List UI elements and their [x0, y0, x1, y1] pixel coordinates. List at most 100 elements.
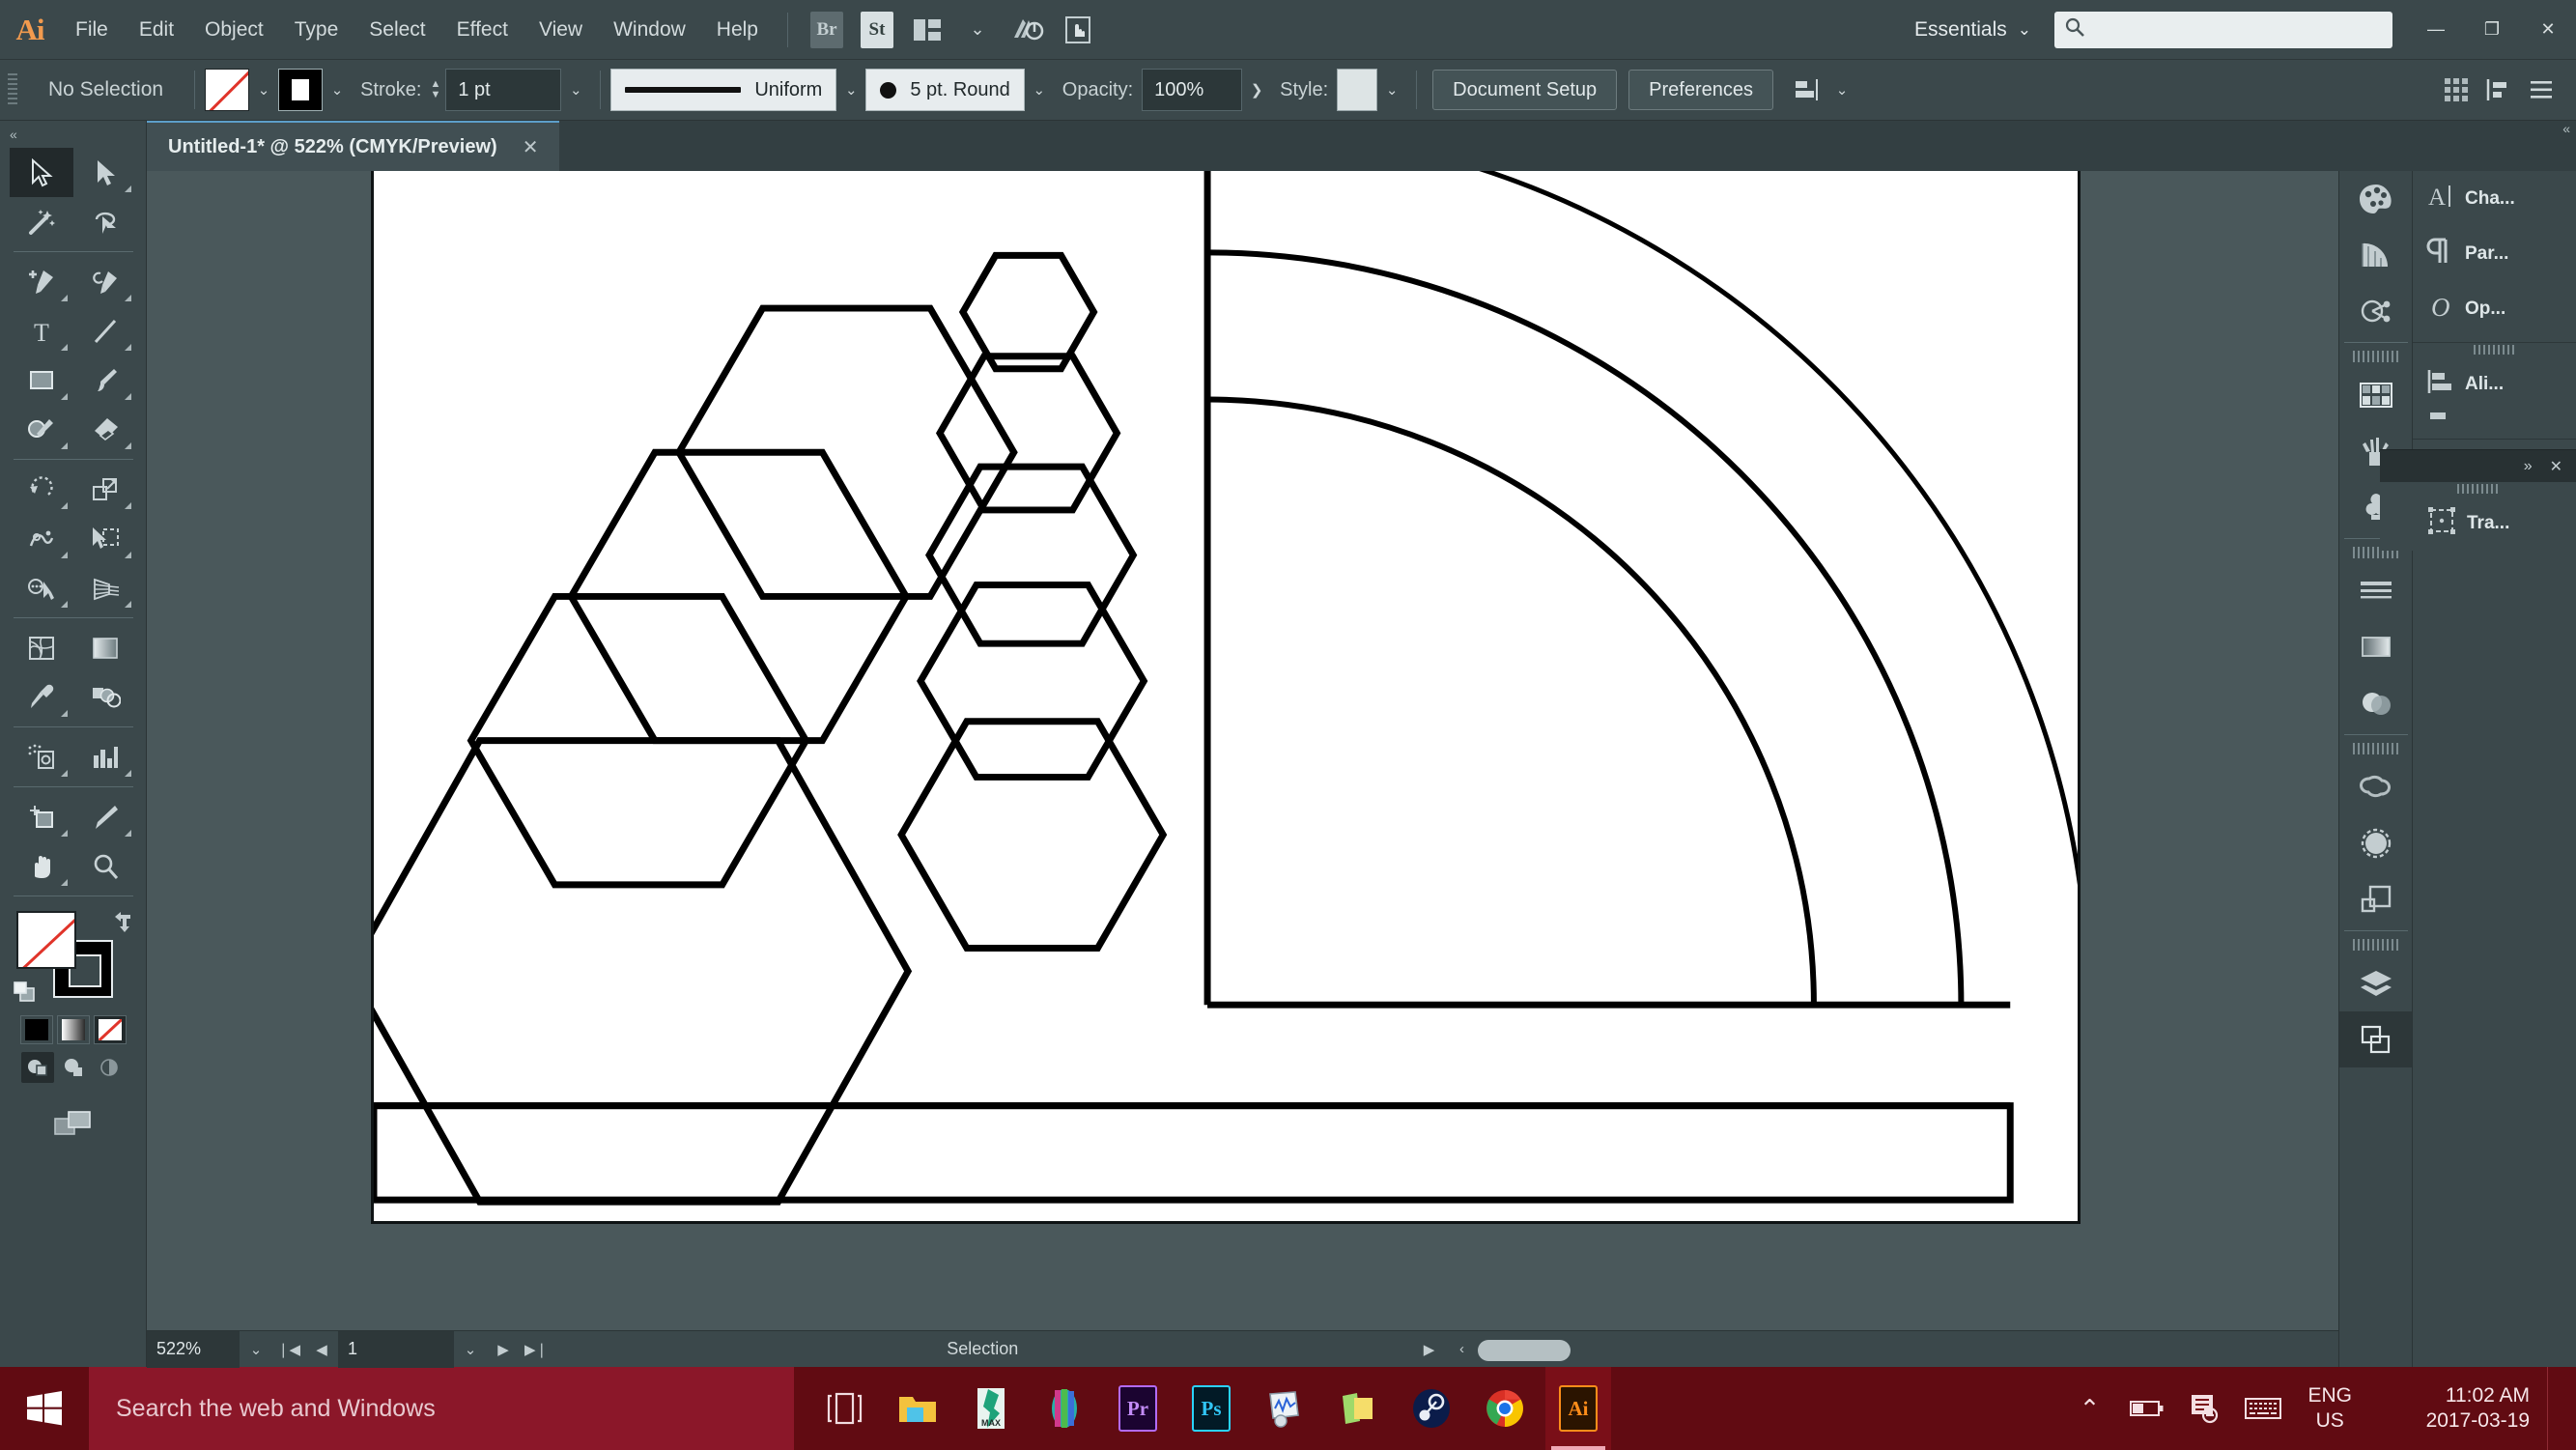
paragraph-panel-row[interactable]: Par...	[2413, 226, 2576, 281]
draw-inside-button[interactable]	[93, 1052, 126, 1083]
close-tab-icon[interactable]: ✕	[523, 135, 539, 159]
type-tool[interactable]: T	[10, 306, 73, 355]
eyedropper-tool[interactable]	[10, 672, 73, 722]
menu-select[interactable]: Select	[354, 0, 440, 60]
touch-cursor-icon[interactable]	[1058, 13, 1098, 47]
draw-behind-button[interactable]	[57, 1052, 90, 1083]
action-center-icon[interactable]	[2178, 1367, 2232, 1450]
arrange-documents-icon[interactable]	[907, 13, 948, 47]
clock[interactable]: 11:02 AM 2017-03-19	[2369, 1367, 2543, 1450]
file-explorer-icon[interactable]	[885, 1367, 950, 1450]
selection-tool[interactable]	[9, 148, 73, 197]
task-view-icon[interactable]	[811, 1367, 877, 1450]
document-setup-button[interactable]: Document Setup	[1432, 70, 1618, 110]
pen-tool[interactable]	[10, 257, 73, 306]
menu-file[interactable]: File	[60, 0, 124, 60]
perspective-grid-tool[interactable]	[73, 563, 137, 612]
stroke-profile-chevron-icon[interactable]: ⌄	[836, 69, 865, 111]
color-themes-panel-icon[interactable]	[2339, 283, 2413, 339]
brush-definition-select[interactable]: 5 pt. Round	[865, 69, 1025, 111]
stroke-swatch[interactable]	[278, 69, 324, 111]
swatches-panel-icon[interactable]	[2339, 367, 2413, 423]
menu-view[interactable]: View	[524, 0, 598, 60]
magic-wand-tool[interactable]	[10, 197, 73, 246]
fill-color-swatch[interactable]	[15, 911, 76, 969]
shape-builder-tool[interactable]	[10, 563, 73, 612]
show-hidden-icons-icon[interactable]: ⌃	[2062, 1367, 2116, 1450]
distribute-icon[interactable]	[2477, 69, 2520, 111]
status-menu-arrow-icon[interactable]: ▶	[1413, 1331, 1446, 1368]
horizontal-scroll-thumb[interactable]	[1478, 1340, 1571, 1361]
none-swatch-button[interactable]	[93, 1015, 127, 1044]
brush-chevron-icon[interactable]: ⌄	[1025, 69, 1054, 111]
symbol-sprayer-tool[interactable]	[10, 732, 73, 782]
grid-icon[interactable]	[2435, 69, 2477, 111]
behance-icon[interactable]	[1007, 13, 1048, 47]
creative-cloud-libraries-panel-icon[interactable]	[2339, 759, 2413, 815]
maximize-button[interactable]: ❐	[2464, 0, 2520, 60]
illustrator-icon[interactable]: Ai	[1545, 1367, 1611, 1450]
slice-tool[interactable]	[73, 792, 137, 841]
stroke-panel-icon[interactable]	[2339, 563, 2413, 619]
graphic-style-swatch[interactable]	[1337, 69, 1378, 111]
pathfinder-panel-icon[interactable]	[2339, 871, 2413, 927]
align-panel-partial-row[interactable]	[2413, 412, 2576, 433]
show-desktop-button[interactable]	[2547, 1367, 2559, 1450]
zoom-chevron-icon[interactable]: ⌄	[240, 1331, 272, 1368]
menu-type[interactable]: Type	[279, 0, 354, 60]
monitor-app-icon[interactable]	[1252, 1367, 1317, 1450]
stroke-profile-select[interactable]: Uniform	[610, 69, 837, 111]
free-transform-tool[interactable]	[73, 514, 137, 563]
status-chevron-icon[interactable]: ‹	[1446, 1331, 1479, 1368]
previous-artboard-button[interactable]: ◀	[305, 1331, 338, 1368]
panel-menu-icon[interactable]	[2520, 69, 2562, 111]
rail-grip[interactable]	[2352, 939, 2399, 951]
draw-normal-button[interactable]	[20, 1052, 54, 1083]
mesh-tool[interactable]	[10, 623, 73, 672]
rail-grip[interactable]	[2352, 351, 2399, 362]
toolbar-collapse-icon[interactable]: «	[0, 121, 146, 148]
shaper-tool[interactable]	[10, 405, 73, 454]
expand-panel-icon[interactable]: »	[2524, 458, 2533, 475]
stroke-weight-input[interactable]: 1 pt	[445, 69, 562, 111]
artboard[interactable]	[371, 171, 2081, 1224]
change-screen-mode-icon[interactable]	[52, 1108, 95, 1146]
steam-icon[interactable]	[1399, 1367, 1464, 1450]
zoom-level-input[interactable]: 522%	[147, 1330, 240, 1368]
last-artboard-button[interactable]: ▶❘	[520, 1331, 552, 1368]
control-bar-grip[interactable]	[8, 73, 17, 106]
menu-window[interactable]: Window	[598, 0, 701, 60]
premiere-pro-icon[interactable]: Pr	[1105, 1367, 1171, 1450]
layers-panel-icon[interactable]	[2339, 955, 2413, 1011]
keyboard-icon[interactable]	[2236, 1367, 2290, 1450]
lasso-tool[interactable]	[73, 197, 137, 246]
next-artboard-button[interactable]: ▶	[487, 1331, 520, 1368]
zoom-tool[interactable]	[73, 841, 137, 891]
rail-grip[interactable]	[2352, 743, 2399, 754]
arrange-chevron-icon[interactable]: ⌄	[957, 13, 998, 47]
fill-chevron-icon[interactable]: ⌄	[249, 69, 278, 111]
color-swatch-button[interactable]	[19, 1015, 53, 1044]
blend-tool[interactable]	[73, 672, 137, 722]
opacity-input[interactable]: 100%	[1142, 69, 1243, 111]
line-segment-tool[interactable]	[73, 306, 137, 355]
menu-effect[interactable]: Effect	[441, 0, 524, 60]
align-icon[interactable]	[1785, 69, 1827, 111]
close-button[interactable]: ✕	[2520, 0, 2576, 60]
stock-search-input[interactable]	[2093, 19, 2383, 40]
taskbar-search-box[interactable]: Search the web and Windows	[89, 1367, 794, 1450]
gradient-panel-icon[interactable]	[2339, 619, 2413, 675]
align-chevron-icon[interactable]: ⌄	[1827, 69, 1856, 111]
language-indicator[interactable]: ENG US	[2294, 1367, 2365, 1450]
eraser-tool[interactable]	[73, 405, 137, 454]
style-chevron-icon[interactable]: ⌄	[1377, 69, 1406, 111]
artboard-tool[interactable]	[10, 792, 73, 841]
stroke-chevron-icon[interactable]: ⌄	[323, 69, 352, 111]
windows-start-icon[interactable]	[0, 1367, 89, 1450]
media-player-icon[interactable]	[1032, 1367, 1097, 1450]
artboards-panel-icon[interactable]	[2338, 1011, 2413, 1067]
panel-grip[interactable]	[2380, 482, 2576, 496]
width-tool[interactable]	[10, 514, 73, 563]
menu-help[interactable]: Help	[701, 0, 774, 60]
hand-tool[interactable]	[10, 841, 73, 891]
